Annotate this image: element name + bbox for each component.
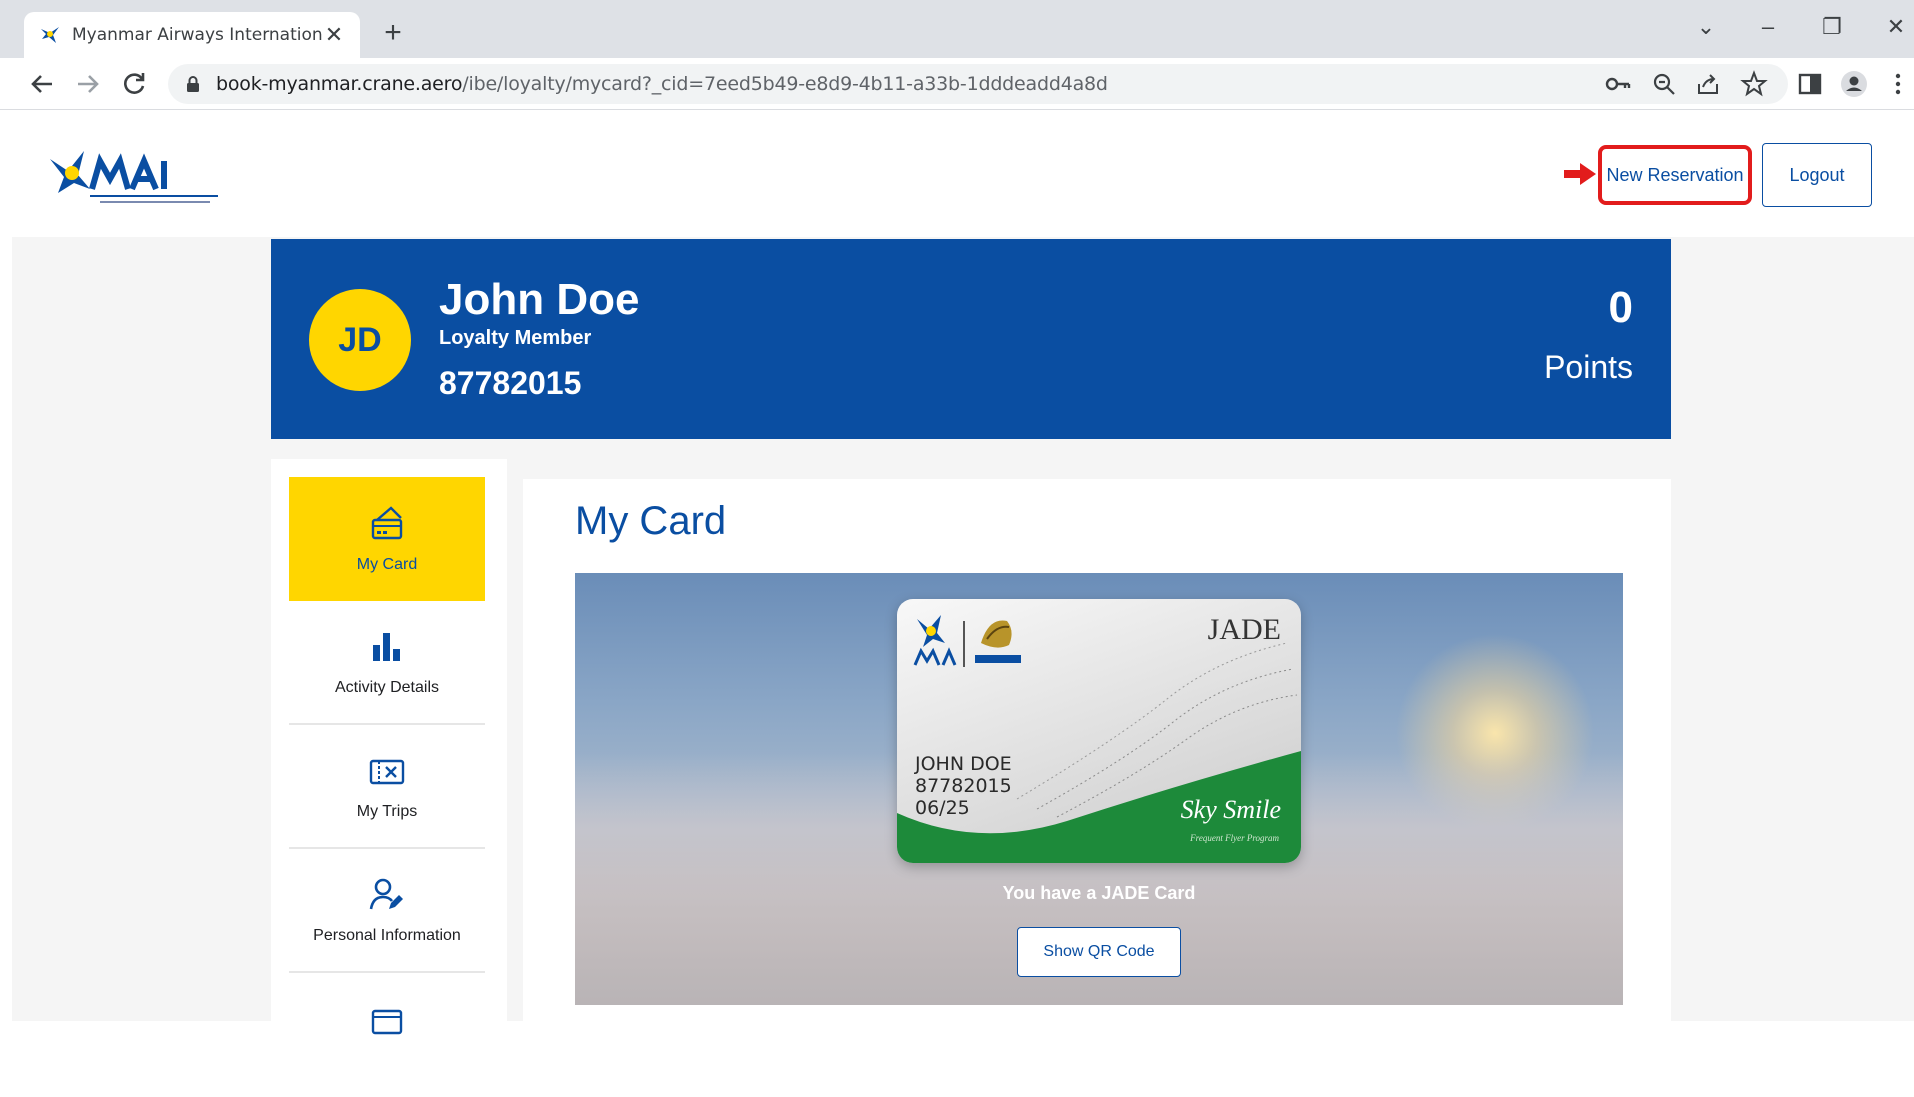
page-content: New Reservation Logout JD John Doe Loyal… — [12, 111, 1914, 1035]
card-number: 87782015 — [915, 775, 1012, 797]
page-title: My Card — [575, 499, 727, 543]
browser-tab[interactable]: Myanmar Airways International ✕ — [24, 12, 360, 58]
card-program-text: Frequent Flyer Program — [1190, 833, 1279, 843]
mai-favicon-icon — [41, 27, 59, 43]
url-host: book-myanmar.crane.aero — [216, 73, 463, 95]
logout-button[interactable]: Logout — [1762, 143, 1872, 207]
tab-search-icon[interactable]: ⌄ — [1686, 14, 1726, 40]
user-edit-icon — [369, 878, 403, 910]
mai-card-logo — [913, 615, 957, 666]
mai-logo[interactable] — [46, 145, 222, 211]
tab-close-icon[interactable]: ✕ — [322, 22, 346, 48]
card-caption: You have a JADE Card — [1002, 883, 1196, 903]
card-tier: JADE — [1207, 613, 1281, 646]
sidebar-item-my-trips[interactable]: My Trips — [289, 725, 485, 849]
url-path: /ibe/loyalty/mycard?_cid=7eed5b49-e8d9-4… — [462, 73, 1108, 95]
key-icon[interactable] — [1604, 70, 1632, 98]
card-icon — [371, 506, 403, 540]
side-panel-icon[interactable] — [1796, 70, 1824, 98]
browser-toolbar: book-myanmar.crane.aero/ibe/loyalty/myca… — [0, 58, 1914, 110]
air-kbz-logo — [975, 620, 1021, 663]
tab-title: Myanmar Airways International — [72, 25, 322, 45]
sidebar-item-my-card[interactable]: My Card — [289, 477, 485, 601]
points-label: Points — [1544, 349, 1633, 385]
reload-icon[interactable] — [118, 68, 150, 100]
ticket-icon — [369, 759, 405, 785]
profile-avatar-icon[interactable] — [1840, 70, 1868, 98]
main-panel: My Card JADE JOHN DOE 87782015 06/25 Sky… — [523, 479, 1671, 1021]
sidebar-item-next[interactable] — [289, 973, 485, 1097]
document-icon — [371, 1009, 403, 1035]
menu-dots-icon[interactable] — [1884, 70, 1912, 98]
forward-icon[interactable] — [72, 68, 104, 100]
new-tab-button[interactable]: + — [378, 16, 408, 50]
card-showcase: JADE JOHN DOE 87782015 06/25 Sky Smile F… — [575, 573, 1623, 1005]
restore-button[interactable]: ❐ — [1812, 14, 1852, 40]
avatar: JD — [309, 289, 411, 391]
bar-chart-icon — [373, 633, 400, 661]
loyalty-sidebar: My Card Activity Details My Trips Person… — [271, 459, 507, 1035]
lock-icon — [187, 76, 199, 92]
minimize-button[interactable]: – — [1748, 14, 1788, 40]
points-value: 0 — [1608, 283, 1633, 332]
member-name: John Doe — [439, 275, 640, 324]
show-qr-code-button[interactable]: Show QR Code — [1017, 927, 1181, 977]
card-holder-name: JOHN DOE — [915, 753, 1012, 775]
sidebar-item-label: Activity Details — [334, 679, 440, 696]
arrow-right-icon — [1564, 163, 1596, 185]
sidebar-item-label: Personal Information — [313, 927, 461, 944]
card-script-text: Sky Smile — [1180, 795, 1281, 824]
member-tier: Loyalty Member — [439, 327, 592, 349]
url-text: book-myanmar.crane.aero/ibe/loyalty/myca… — [216, 73, 1108, 95]
sidebar-item-personal-information[interactable]: Personal Information — [289, 849, 485, 973]
address-bar[interactable]: book-myanmar.crane.aero/ibe/loyalty/myca… — [168, 64, 1788, 104]
member-number: 87782015 — [439, 365, 582, 401]
member-banner: JD John Doe Loyalty Member 87782015 0 Po… — [271, 239, 1671, 439]
site-header: New Reservation Logout — [12, 111, 1914, 237]
sidebar-item-activity-details[interactable]: Activity Details — [289, 601, 485, 725]
zoom-icon[interactable] — [1650, 70, 1678, 98]
sidebar-item-label: My Card — [356, 556, 418, 573]
card-expiry: 06/25 — [915, 797, 970, 819]
close-window-button[interactable]: ✕ — [1876, 14, 1914, 40]
browser-tab-bar: Myanmar Airways International ✕ + ⌄ – ❐ … — [0, 0, 1914, 58]
new-reservation-button[interactable]: New Reservation — [1598, 145, 1752, 205]
loyalty-card: JADE JOHN DOE 87782015 06/25 Sky Smile F… — [897, 599, 1301, 863]
share-icon[interactable] — [1694, 70, 1722, 98]
back-icon[interactable] — [26, 68, 58, 100]
sidebar-item-label: My Trips — [356, 803, 418, 820]
logo-divider — [963, 621, 965, 667]
bookmark-star-icon[interactable] — [1740, 70, 1768, 98]
